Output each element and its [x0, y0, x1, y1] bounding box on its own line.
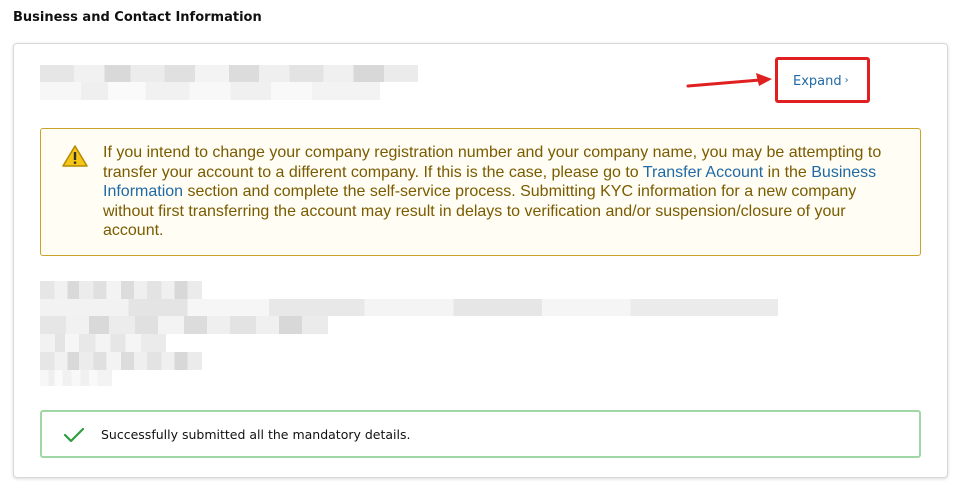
redacted-detail-line-3 — [40, 316, 328, 334]
expand-label: Expand — [793, 74, 842, 89]
warning-triangle-icon — [62, 145, 88, 167]
success-alert: Successfully submitted all the mandatory… — [40, 410, 921, 458]
transfer-account-link[interactable]: Transfer Account — [643, 164, 763, 181]
warning-text-part-3: section and complete the self-service pr… — [103, 183, 857, 239]
redacted-company-subtext — [40, 82, 380, 100]
page: Business and Contact Information Expand ›… — [0, 0, 963, 491]
section-title: Business and Contact Information — [13, 10, 262, 25]
warning-alert: If you intend to change your company reg… — [40, 128, 921, 256]
redacted-detail-line-2 — [40, 299, 778, 316]
chevron-right-icon: › — [844, 75, 849, 86]
redacted-detail-line-1 — [40, 281, 202, 299]
redacted-detail-line-6 — [40, 370, 112, 386]
redacted-company-name — [40, 65, 418, 82]
success-message: Successfully submitted all the mandatory… — [101, 427, 411, 442]
warning-text-part-2: in the — [763, 163, 812, 181]
redacted-detail-line-4 — [40, 334, 166, 352]
checkmark-icon — [63, 427, 85, 443]
warning-message: If you intend to change your company reg… — [103, 143, 893, 241]
annotation-arrow — [686, 73, 772, 88]
expand-link[interactable]: Expand › — [793, 74, 849, 89]
redacted-detail-line-5 — [40, 352, 202, 370]
